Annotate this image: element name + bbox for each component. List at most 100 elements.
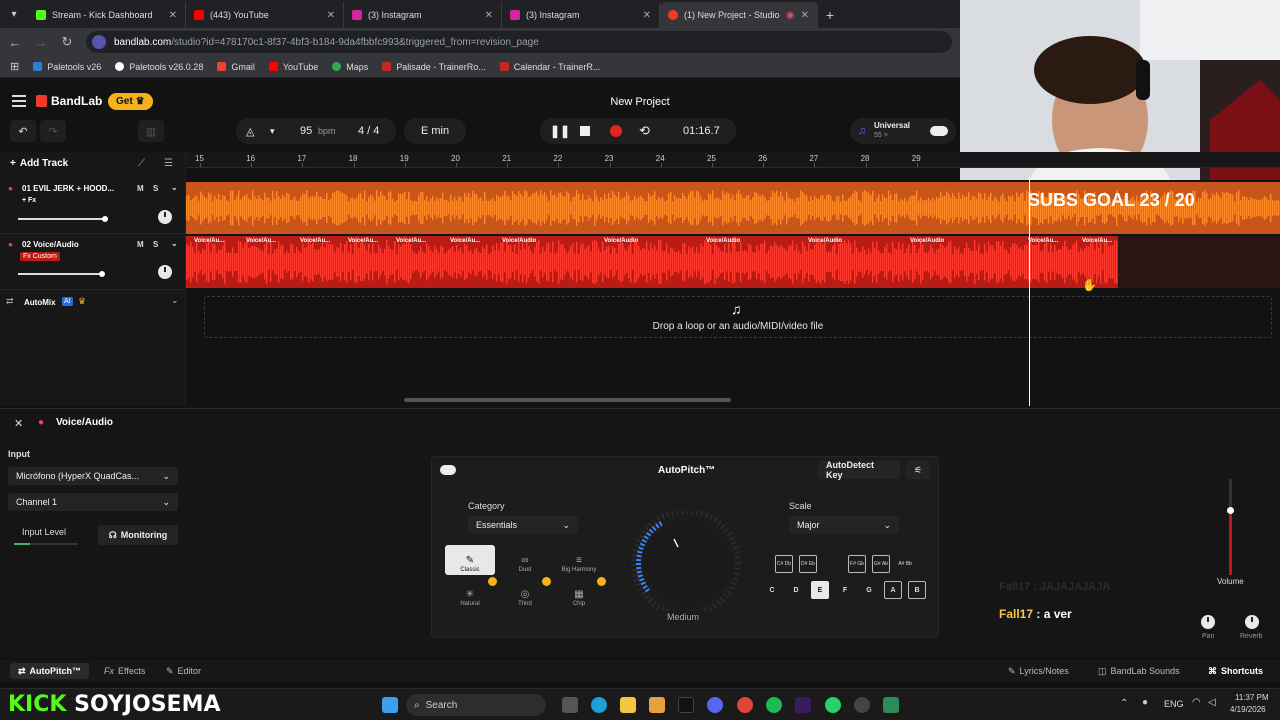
correction-knob[interactable] xyxy=(626,511,746,611)
volume-fader[interactable] xyxy=(1227,479,1234,575)
close-icon[interactable]: ✕ xyxy=(169,10,177,21)
input-device-select[interactable]: Micrófono (HyperX QuadCas... ⌄ xyxy=(8,467,178,485)
whatsapp-icon[interactable] xyxy=(825,697,841,713)
get-membership-button[interactable]: Get ♛ xyxy=(108,93,153,110)
note-b[interactable]: B xyxy=(908,581,926,599)
chevron-down-icon[interactable]: ⌄ xyxy=(171,183,178,192)
clip-label[interactable]: Voice/Au... xyxy=(1028,238,1058,244)
back-arrow-icon[interactable]: ← xyxy=(8,35,22,50)
tab-kick-dashboard[interactable]: Stream - Kick Dashboard ✕ xyxy=(28,2,186,28)
track-name[interactable]: 02 Voice/Audio xyxy=(22,240,79,249)
obs-icon[interactable] xyxy=(854,697,870,713)
pan-knob[interactable] xyxy=(158,265,172,279)
file-explorer-icon[interactable] xyxy=(620,697,636,713)
volume-slider[interactable] xyxy=(18,216,108,222)
solo-button[interactable]: S xyxy=(153,240,158,249)
bookmark-item[interactable]: Gmail xyxy=(217,62,255,72)
volume-handle[interactable] xyxy=(99,271,105,277)
close-icon[interactable]: ✕ xyxy=(327,10,335,21)
tab-autopitch[interactable]: ⇄ AutoPitch™ xyxy=(10,663,90,679)
scale-select[interactable]: Major ⌄ xyxy=(789,516,899,534)
bookmark-item[interactable]: Paletools v26.0.28 xyxy=(115,62,203,72)
autopitch-toggle[interactable] xyxy=(440,465,456,475)
bandlab-logo[interactable]: BandLab xyxy=(36,94,102,108)
note-g[interactable]: G xyxy=(860,581,878,599)
clip-label[interactable]: Voice/Au... xyxy=(300,238,330,244)
piano-roll-button[interactable]: ▥ xyxy=(138,120,164,142)
new-tab-button[interactable]: + xyxy=(818,2,842,28)
note-c[interactable]: C xyxy=(763,581,781,599)
note-d-sharp[interactable]: D# Eb xyxy=(799,555,817,573)
close-panel-icon[interactable]: ✕ xyxy=(14,417,23,430)
drop-zone[interactable]: ♫ Drop a loop or an audio/MIDI/video fil… xyxy=(204,296,1272,338)
clock-time[interactable]: 11:37 PM xyxy=(1235,693,1269,702)
task-view-icon[interactable] xyxy=(562,697,578,713)
timeline-ruler[interactable]: 15 16 17 18 19 20 21 22 23 24 25 26 27 28 29 xyxy=(186,152,1280,168)
track-settings-icon[interactable]: ☰ xyxy=(164,158,173,169)
chevron-down-icon[interactable]: ⌄ xyxy=(171,295,179,306)
mute-button[interactable]: M xyxy=(137,184,144,193)
autodetect-key-button[interactable]: AutoDetect Key xyxy=(818,460,900,480)
metronome-icon[interactable]: ◬ xyxy=(246,125,254,138)
preset-big-harmony[interactable]: ≡ Big Harmony xyxy=(554,545,604,575)
clip-label[interactable]: Voice/Audio xyxy=(808,238,842,244)
clip-label[interactable]: Voice/Audio xyxy=(910,238,944,244)
tab-effects[interactable]: Fx Effects xyxy=(96,663,153,679)
note-e[interactable]: E xyxy=(811,581,829,599)
solo-button[interactable]: S xyxy=(153,184,158,193)
add-track-button[interactable]: + Add Track xyxy=(10,158,68,169)
track-name[interactable]: 01 EVIL JERK + HOOD... xyxy=(22,184,114,193)
shortcuts-button[interactable]: ⌘ Shortcuts xyxy=(1200,663,1271,679)
clip-label[interactable]: Voice/Audio xyxy=(502,238,536,244)
category-select[interactable]: Essentials ⌄ xyxy=(468,516,578,534)
forward-arrow-icon[interactable]: → xyxy=(34,35,48,50)
tray-chevron-icon[interactable]: ⌃ xyxy=(1120,698,1128,709)
clip-label[interactable]: Voice/Au... xyxy=(194,238,224,244)
bookmark-item[interactable]: Paletools v26 xyxy=(33,62,101,72)
track-header-1[interactable]: ● 01 EVIL JERK + HOOD... M S ⌄ + Fx xyxy=(0,180,186,234)
monitoring-button[interactable]: ☊ Monitoring xyxy=(98,525,178,545)
record-icon[interactable] xyxy=(610,125,622,137)
tab-instagram-1[interactable]: (3) Instagram ✕ xyxy=(344,2,502,28)
bookmark-item[interactable]: Palisade - TrainerRo... xyxy=(382,62,486,72)
note-c-sharp[interactable]: C# Db xyxy=(775,555,793,573)
tempo-value[interactable]: 95 xyxy=(300,125,312,137)
reverb-knob[interactable] xyxy=(1245,615,1259,629)
preset-classic[interactable]: ✎ Classic xyxy=(445,545,495,575)
universal-toggle[interactable] xyxy=(930,126,948,136)
clip-label[interactable]: Voice/Au... xyxy=(396,238,426,244)
pan-knob[interactable] xyxy=(1201,615,1215,629)
spotify-icon[interactable] xyxy=(766,697,782,713)
note-a-sharp[interactable]: A# Bb xyxy=(896,555,914,573)
close-icon[interactable]: ✕ xyxy=(485,10,493,21)
volume-fader-handle[interactable] xyxy=(1227,507,1234,514)
note-g-sharp[interactable]: G# Ab xyxy=(872,555,890,573)
clip-label[interactable]: Voice/Au... xyxy=(1082,238,1112,244)
clip-label[interactable]: Voice/Au... xyxy=(348,238,378,244)
clip-label[interactable]: Voice/Audio xyxy=(604,238,638,244)
site-info-icon[interactable] xyxy=(92,35,106,49)
horizontal-scrollbar[interactable] xyxy=(404,398,731,402)
chrome-icon[interactable] xyxy=(737,697,753,713)
tab-search-icon[interactable]: ▾ xyxy=(0,0,28,28)
redo-button[interactable]: ↷ xyxy=(40,120,66,142)
time-signature[interactable]: 4 / 4 xyxy=(358,125,379,137)
url-field[interactable]: bandlab.com/studio?id=478170c1-8f37-4bf3… xyxy=(86,31,952,53)
track-2-clip[interactable]: Voice/Au... Voice/Au... Voice/Au... Voice/A… xyxy=(186,236,1118,288)
language-indicator[interactable]: ENG xyxy=(1164,699,1184,709)
loop-icon[interactable]: ⟲ xyxy=(639,123,650,139)
close-icon[interactable]: ✕ xyxy=(643,10,651,21)
undo-button[interactable]: ↶ xyxy=(10,120,36,142)
project-title[interactable]: New Project xyxy=(580,96,700,108)
channel-select[interactable]: Channel 1 ⌄ xyxy=(8,493,178,511)
pause-icon[interactable]: ❚❚ xyxy=(550,124,570,138)
note-a[interactable]: A xyxy=(884,581,902,599)
tab-instagram-2[interactable]: (3) Instagram ✕ xyxy=(502,2,660,28)
stop-icon[interactable] xyxy=(580,126,590,136)
fx-label[interactable]: + Fx xyxy=(22,197,36,204)
magic-wand-icon[interactable]: ⟋ xyxy=(138,158,145,169)
autopitch-settings-button[interactable]: ⚟ xyxy=(906,461,930,479)
volume-tray-icon[interactable]: ◁ xyxy=(1208,697,1216,708)
chevron-down-icon[interactable]: ⌄ xyxy=(171,239,178,248)
wifi-icon[interactable]: ◠ xyxy=(1192,697,1201,708)
